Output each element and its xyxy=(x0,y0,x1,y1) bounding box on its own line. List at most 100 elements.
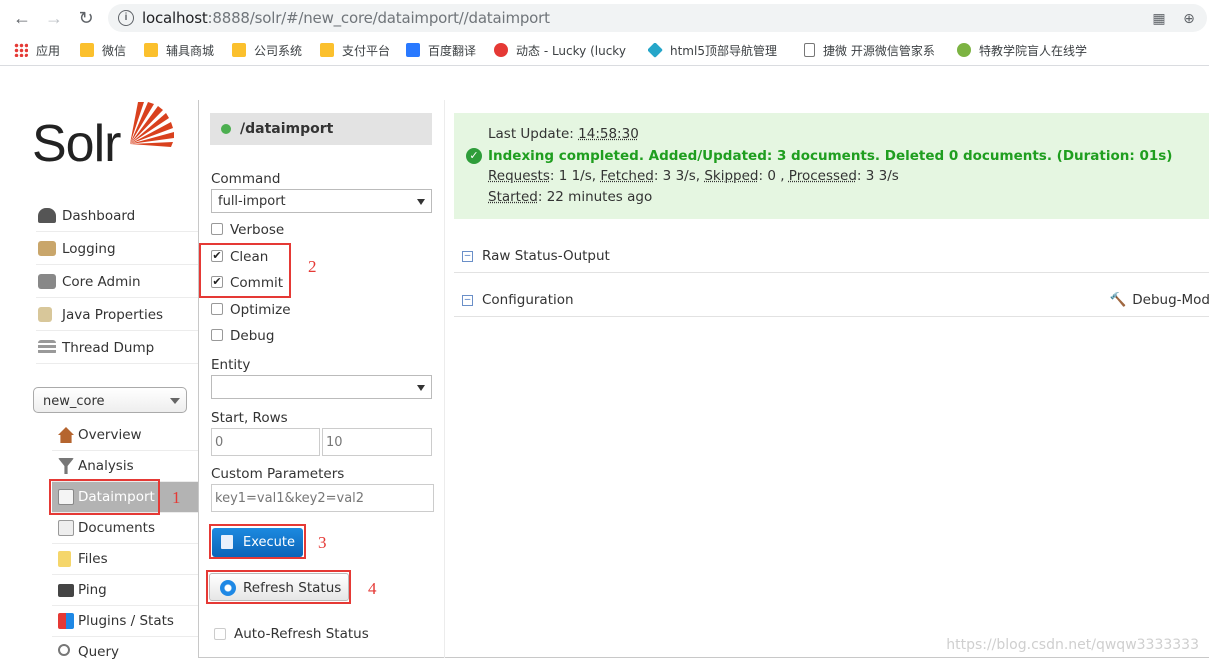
collapse-icon[interactable]: – xyxy=(462,295,473,306)
forward-arrow-icon[interactable]: → xyxy=(44,8,64,28)
solr-logo[interactable]: Solr xyxy=(30,98,178,176)
nav-label: Thread Dump xyxy=(62,340,154,356)
raw-status-output-panel[interactable]: – Raw Status-Output xyxy=(454,241,1209,273)
core-selector[interactable]: new_core xyxy=(33,387,187,413)
raw-status-label: Raw Status-Output xyxy=(482,248,610,264)
query-icon xyxy=(58,644,70,656)
bookmark-label: 公司系统 xyxy=(254,44,302,58)
nav-label: Logging xyxy=(62,241,116,257)
bookmark-baidu-translate[interactable]: 百度翻译 xyxy=(406,43,476,59)
chevron-down-icon xyxy=(417,199,425,205)
annotation-number-3: 3 xyxy=(318,533,327,553)
handler-header: /dataimport xyxy=(210,113,432,145)
annotation-box-4 xyxy=(206,570,351,604)
url-path: :8888/solr/#/new_core/dataimport//dataim… xyxy=(208,9,550,27)
core-nav-query[interactable]: Query xyxy=(52,637,198,664)
reload-icon[interactable]: ↻ xyxy=(76,8,96,28)
chevron-down-icon xyxy=(417,385,425,391)
address-bar[interactable]: i localhost:8888/solr/#/new_core/dataimp… xyxy=(108,4,1207,32)
status-panel: Last Update: 14:58:30 ✓ Indexing complet… xyxy=(454,113,1209,219)
annotation-number-2: 2 xyxy=(308,257,317,277)
last-update-time: 14:58:30 xyxy=(578,126,639,142)
debug-mode-toggle[interactable]: 🔨 Debug-Mod xyxy=(1109,292,1209,308)
command-select[interactable]: full-import xyxy=(211,189,432,213)
annotation-number-4: 4 xyxy=(368,579,377,599)
plugins-icon xyxy=(58,613,74,629)
debug-checkbox[interactable] xyxy=(211,329,223,341)
custom-parameters-label: Custom Parameters xyxy=(211,466,344,482)
entity-label: Entity xyxy=(211,357,250,373)
annotation-box-2 xyxy=(199,243,291,298)
page-icon xyxy=(804,43,815,57)
requests-label: Requests xyxy=(488,168,550,184)
url-host: localhost xyxy=(142,9,208,27)
processed-value: : 3 3/s xyxy=(857,168,899,184)
core-nav-analysis[interactable]: Analysis xyxy=(52,451,198,482)
nav-dashboard[interactable]: Dashboard xyxy=(36,200,198,232)
bookmark-label: 特教学院盲人在线学 xyxy=(979,44,1087,58)
nav-label: Overview xyxy=(78,427,142,443)
bookmark-lucky[interactable]: 动态 - Lucky (lucky xyxy=(494,43,628,59)
dataimport-content: /dataimport Command full-import Verbose … xyxy=(198,100,1209,658)
custom-parameters-input[interactable]: key1=val1&key2=val2 xyxy=(211,484,434,512)
status-message: Indexing completed. Added/Updated: 3 doc… xyxy=(488,148,1172,164)
nav-core-admin[interactable]: Core Admin xyxy=(36,266,198,298)
bookmark-label: 动态 - Lucky (lucky xyxy=(516,44,626,58)
nav-label: Java Properties xyxy=(62,307,163,323)
bookmark-label: 应用 xyxy=(36,44,60,58)
start-input[interactable]: 0 xyxy=(211,428,320,456)
bookmark-fuju[interactable]: 辅具商城 xyxy=(144,43,214,59)
core-nav-overview[interactable]: Overview xyxy=(52,420,198,451)
nav-label: Analysis xyxy=(78,458,134,474)
bookmark-label: 百度翻译 xyxy=(428,44,476,58)
annotation-number-1: 1 xyxy=(172,488,181,508)
core-nav-files[interactable]: Files xyxy=(52,544,198,575)
skipped-value: : 0 , xyxy=(758,168,784,184)
nav-java-properties[interactable]: Java Properties xyxy=(36,299,198,331)
bookmark-tejiao[interactable]: 特教学院盲人在线学 xyxy=(957,43,1093,59)
bookmark-label: 辅具商城 xyxy=(166,44,214,58)
nav-label: Dashboard xyxy=(62,208,135,224)
nav-thread-dump[interactable]: Thread Dump xyxy=(36,332,198,364)
core-nav-plugins-stats[interactable]: Plugins / Stats xyxy=(52,606,198,637)
annotation-box-1 xyxy=(49,479,160,515)
core-nav-ping[interactable]: Ping xyxy=(52,575,198,606)
bookmark-label: 捷微 开源微信管家系 xyxy=(823,44,935,58)
command-select-value: full-import xyxy=(218,194,286,209)
bookmark-jeewx[interactable]: 捷微 开源微信管家系 xyxy=(804,43,938,59)
browser-toolbar: ← → ↻ i localhost:8888/solr/#/new_core/d… xyxy=(0,0,1209,36)
configuration-panel[interactable]: – Configuration 🔨 Debug-Mod xyxy=(454,285,1209,317)
url-text[interactable]: localhost:8888/solr/#/new_core/dataimpor… xyxy=(142,9,550,27)
optimize-label: Optimize xyxy=(230,302,291,318)
last-update-label: Last Update: xyxy=(488,126,574,142)
core-selector-value: new_core xyxy=(43,394,105,409)
verbose-checkbox[interactable] xyxy=(211,223,223,235)
optimize-checkbox[interactable] xyxy=(211,303,223,315)
folder-icon xyxy=(80,43,94,57)
debug-mode-label: Debug-Mod xyxy=(1132,292,1209,308)
check-circle-icon: ✓ xyxy=(466,148,482,164)
back-arrow-icon[interactable]: ← xyxy=(12,8,32,28)
start-rows-label: Start, Rows xyxy=(211,410,288,426)
core-nav-documents[interactable]: Documents xyxy=(52,513,198,544)
bookmark-company[interactable]: 公司系统 xyxy=(232,43,302,59)
bookmark-payment[interactable]: 支付平台 xyxy=(320,43,390,59)
zoom-icon[interactable]: ⊕ xyxy=(1181,10,1197,26)
bookmark-label: 微信 xyxy=(102,44,126,58)
info-icon[interactable]: i xyxy=(118,10,134,26)
nav-logging[interactable]: Logging xyxy=(36,233,198,265)
status-counts: Requests: 1 1/s, Fetched: 3 3/s, Skipped… xyxy=(488,168,899,184)
site-icon xyxy=(494,43,508,57)
rows-input[interactable]: 10 xyxy=(322,428,432,456)
dashboard-icon xyxy=(38,208,56,223)
auto-refresh-checkbox[interactable] xyxy=(214,628,226,640)
bookmark-html5[interactable]: html5顶部导航管理 xyxy=(648,43,786,59)
bookmark-weixin[interactable]: 微信 xyxy=(80,43,126,59)
watermark: https://blog.csdn.net/qwqw3333333 xyxy=(946,637,1199,653)
collapse-icon[interactable]: – xyxy=(462,251,473,262)
translate-page-icon[interactable]: ▦ xyxy=(1151,10,1167,26)
bookmark-apps[interactable]: 应用 xyxy=(14,43,60,59)
nav-label: Documents xyxy=(78,520,155,536)
processed-label: Processed xyxy=(789,168,857,184)
entity-select[interactable] xyxy=(211,375,432,399)
